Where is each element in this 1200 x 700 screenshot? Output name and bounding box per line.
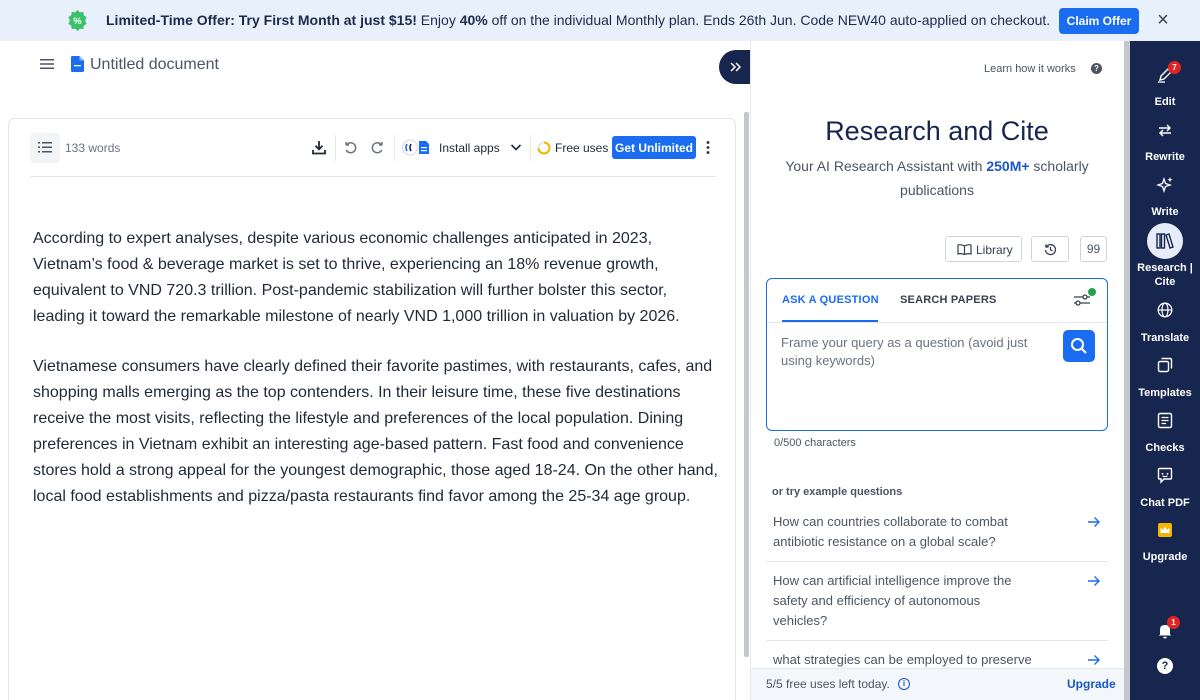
help-icon[interactable]: ? xyxy=(1091,63,1102,74)
document-body[interactable]: According to expert analyses, despite va… xyxy=(33,226,723,534)
library-button[interactable]: Library xyxy=(945,236,1022,262)
book-icon xyxy=(957,244,972,255)
example-question[interactable]: what strategies can be employed to prese… xyxy=(773,650,1073,668)
free-uses-left: 5/5 free uses left today. xyxy=(766,677,890,691)
redo-icon[interactable] xyxy=(371,141,385,154)
search-button[interactable] xyxy=(1063,330,1095,362)
crown-icon[interactable] xyxy=(1157,522,1173,538)
discount-badge-icon: % xyxy=(68,9,87,32)
chat-icon[interactable] xyxy=(1157,467,1173,484)
sidebar-item-edit[interactable]: Edit xyxy=(1130,96,1200,108)
sidebar-item-write[interactable]: Write xyxy=(1130,206,1200,218)
globe-icon[interactable] xyxy=(1157,302,1173,318)
sidebar-item-rewrite[interactable]: Rewrite xyxy=(1130,151,1200,163)
library-label: Library xyxy=(976,243,1013,257)
character-count: 0/500 characters xyxy=(774,437,856,449)
history-button[interactable] xyxy=(1031,236,1069,262)
promo-banner: % Limited-Time Offer: Try First Month at… xyxy=(0,0,1200,41)
arrow-right-icon[interactable] xyxy=(1087,654,1101,666)
checks-icon[interactable] xyxy=(1157,412,1173,429)
rewrite-icon[interactable] xyxy=(1157,122,1173,138)
learn-how-link[interactable]: Learn how it works xyxy=(984,63,1076,75)
tab-search-papers[interactable]: SEARCH PAPERS xyxy=(900,294,997,306)
example-question[interactable]: How can artificial intelligence improve … xyxy=(773,571,1035,631)
arrow-right-icon[interactable] xyxy=(1087,516,1101,528)
sidebar-item-research-cite[interactable]: Research | Cite xyxy=(1130,261,1200,289)
banner-message: Limited-Time Offer: Try First Month at j… xyxy=(106,12,1051,28)
filter-active-dot xyxy=(1088,288,1096,296)
document-title[interactable]: Untitled document xyxy=(90,56,219,74)
chevron-down-icon[interactable] xyxy=(510,143,522,152)
upgrade-link[interactable]: Upgrade xyxy=(1067,677,1116,691)
search-icon xyxy=(1071,338,1087,354)
free-uses-label: Free uses xyxy=(555,141,609,155)
document-icon xyxy=(71,56,84,72)
editor-scrollbar[interactable] xyxy=(744,112,749,657)
panel-subtitle: Your AI Research Assistant with 250M+ sc… xyxy=(785,158,1089,198)
citations-count-button[interactable]: 99 xyxy=(1080,236,1107,262)
sidebar-item-chat-pdf[interactable]: Chat PDF xyxy=(1130,497,1200,509)
toolbar-separator xyxy=(335,135,336,161)
undo-icon[interactable] xyxy=(343,141,357,154)
help-circle-icon[interactable]: ? xyxy=(1157,658,1173,674)
sidebar-item-checks[interactable]: Checks xyxy=(1130,442,1200,454)
document-paragraph[interactable]: According to expert analyses, despite va… xyxy=(33,226,723,330)
toolbar-divider xyxy=(30,176,716,177)
list-icon xyxy=(38,142,52,153)
document-paragraph[interactable]: Vietnamese consumers have clearly define… xyxy=(33,354,723,510)
close-icon[interactable]: × xyxy=(1154,10,1172,30)
books-icon[interactable] xyxy=(1156,232,1174,249)
apps-icon[interactable] xyxy=(401,139,431,156)
arrow-right-icon[interactable] xyxy=(1087,575,1101,587)
example-divider xyxy=(766,640,1108,641)
collapse-panel-button[interactable] xyxy=(719,50,751,84)
sparkle-icon[interactable] xyxy=(1156,176,1174,194)
tabs-divider xyxy=(767,322,1107,323)
example-divider xyxy=(766,561,1108,562)
edit-badge: 7 xyxy=(1168,61,1181,74)
toolbar-separator xyxy=(394,135,395,161)
example-question[interactable]: How can countries collaborate to combat … xyxy=(773,512,1035,552)
discount-badge-symbol: % xyxy=(73,16,82,27)
panel-title: Research and Cite xyxy=(825,116,1049,146)
more-vertical-icon[interactable] xyxy=(705,140,711,155)
toolbar-separator xyxy=(530,135,531,161)
sidebar-item-translate[interactable]: Translate xyxy=(1130,332,1200,344)
download-icon[interactable] xyxy=(312,140,326,155)
example-questions-heading: or try example questions xyxy=(772,486,903,498)
hamburger-menu-icon[interactable] xyxy=(40,57,54,71)
templates-icon[interactable] xyxy=(1157,357,1173,373)
double-chevron-right-icon xyxy=(730,62,742,72)
question-input[interactable] xyxy=(781,334,1051,394)
word-count: 133 words xyxy=(65,141,121,155)
get-unlimited-button[interactable]: Get Unlimited xyxy=(612,136,696,159)
history-icon xyxy=(1044,243,1057,256)
sidebar-item-upgrade[interactable]: Upgrade xyxy=(1130,551,1200,563)
notification-badge: 1 xyxy=(1167,616,1180,629)
info-icon[interactable]: i xyxy=(898,678,910,690)
install-apps-button[interactable]: Install apps xyxy=(439,141,500,155)
tab-ask-question[interactable]: ASK A QUESTION xyxy=(782,294,879,306)
claim-offer-button[interactable]: Claim Offer xyxy=(1059,8,1139,34)
sidebar-item-templates[interactable]: Templates xyxy=(1130,387,1200,399)
usage-ring-icon xyxy=(537,141,551,155)
